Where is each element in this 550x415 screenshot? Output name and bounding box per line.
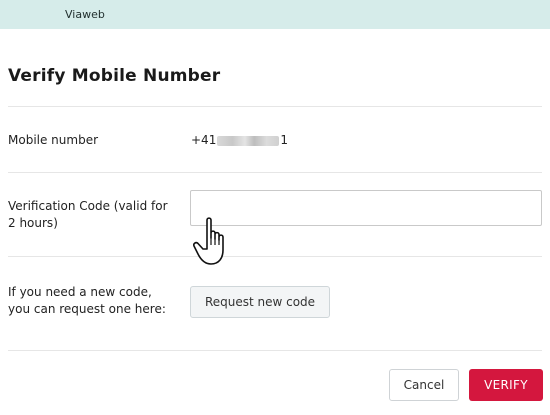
divider (8, 256, 542, 257)
new-code-label: If you need a new code, you can request … (8, 284, 166, 318)
page-title: Verify Mobile Number (8, 66, 221, 86)
verification-code-input[interactable] (190, 190, 542, 226)
hand-pointer-icon (193, 217, 224, 265)
new-code-label-line2: you can request one here: (8, 302, 166, 316)
divider (8, 350, 542, 351)
new-code-label-line1: If you need a new code, (8, 285, 152, 299)
verification-code-label-line2: 2 hours) (8, 216, 58, 230)
top-bar: Viaweb (0, 0, 550, 29)
verification-code-label: Verification Code (valid for 2 hours) (8, 198, 168, 232)
redacted-digits (217, 135, 280, 146)
brand-name: Viaweb (65, 8, 105, 21)
mobile-number-suffix: 1 (280, 133, 288, 147)
verify-button[interactable]: VERIFY (469, 369, 543, 401)
cancel-button[interactable]: Cancel (389, 369, 459, 401)
mobile-number-label: Mobile number (8, 133, 99, 147)
divider (8, 172, 542, 173)
mobile-number-prefix: +41 (191, 133, 217, 147)
mobile-number-value: +41 1 (191, 133, 288, 147)
request-new-code-button[interactable]: Request new code (190, 286, 330, 318)
divider (8, 106, 542, 107)
verification-code-label-line1: Verification Code (valid for (8, 199, 168, 213)
